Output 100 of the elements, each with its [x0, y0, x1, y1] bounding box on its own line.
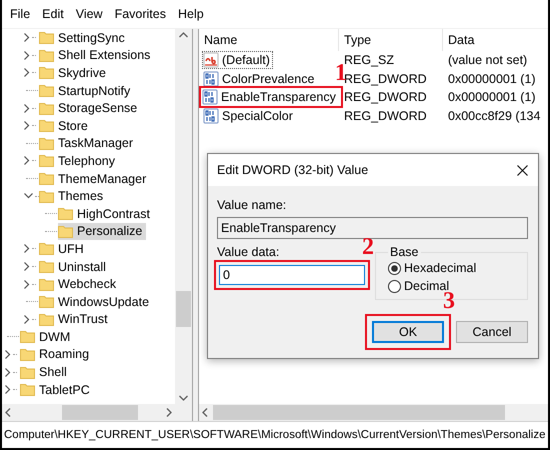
- column-header[interactable]: Name: [199, 29, 339, 51]
- table-cell-text: 0x00000001 (1): [447, 90, 537, 104]
- chevron-right-icon[interactable]: [24, 33, 30, 42]
- value-name: EnableTransparency: [221, 90, 336, 104]
- value-entry[interactable]: (Default): [202, 51, 273, 70]
- chevron-right-icon[interactable]: [24, 156, 30, 166]
- binary-value-icon: [203, 70, 219, 87]
- item-label: StorageSense: [58, 101, 138, 116]
- folder-icon: [20, 383, 35, 396]
- scroll-left-icon[interactable]: [202, 408, 208, 417]
- tree-item[interactable]: TaskManager: [39, 134, 138, 152]
- table-cell-text: 0x00cc8f29 (134: [447, 108, 542, 123]
- value-field[interactable]: 0: [219, 265, 365, 285]
- string-value-icon: [203, 52, 219, 68]
- chevron-down-icon[interactable]: [24, 193, 33, 200]
- folder-icon: [20, 348, 35, 361]
- tree-item[interactable]: WindowsUpdate: [39, 293, 154, 310]
- folder-icon: [39, 136, 54, 150]
- folder-icon: [39, 66, 54, 80]
- chevron-right-icon[interactable]: [5, 385, 11, 394]
- tree-item[interactable]: TabletPC: [20, 381, 94, 398]
- tree-item[interactable]: Telephony: [39, 152, 119, 170]
- tree-item[interactable]: SettingSync: [39, 29, 129, 46]
- column-header[interactable]: Data: [443, 29, 548, 51]
- tree-item[interactable]: Roaming: [20, 346, 94, 363]
- item-label: Skydrive: [58, 66, 106, 80]
- radio-icon[interactable]: [388, 280, 401, 292]
- group-title: Base: [389, 245, 420, 259]
- chevron-right-icon[interactable]: [24, 50, 30, 60]
- binary-value-icon: [202, 89, 218, 106]
- tree-item[interactable]: Store: [39, 117, 92, 134]
- dialog-button[interactable]: OK: [372, 321, 444, 343]
- radio-button[interactable]: Hexadecimal: [388, 261, 519, 275]
- chevron-right-icon[interactable]: [24, 121, 30, 130]
- tree-item[interactable]: Skydrive: [39, 64, 110, 82]
- scroll-thumb[interactable]: [213, 405, 505, 420]
- binary-value-icon: [203, 108, 219, 124]
- value-entry[interactable]: EnableTransparency: [201, 88, 339, 106]
- chevron-right-icon[interactable]: [24, 314, 30, 324]
- value-name: (Default): [222, 53, 270, 68]
- item-label: Webcheck: [58, 277, 116, 292]
- menu-item[interactable]: File: [6, 7, 38, 21]
- item-label: StartupNotify: [58, 84, 130, 98]
- value-name: ColorPrevalence: [222, 72, 314, 86]
- item-label: Shell Extensions: [58, 48, 150, 62]
- tree-item[interactable]: DWM: [20, 328, 74, 346]
- close-icon[interactable]: [517, 164, 528, 176]
- tree-item[interactable]: StartupNotify: [39, 82, 134, 100]
- chevron-right-icon[interactable]: [24, 68, 30, 78]
- tree-item[interactable]: Shell Extensions: [39, 46, 154, 64]
- folder-icon: [39, 154, 54, 168]
- folder-icon: [58, 224, 73, 238]
- menu-item[interactable]: View: [72, 7, 111, 21]
- value-entry[interactable]: SpecialColor: [202, 106, 296, 125]
- dialog-button[interactable]: Cancel: [456, 321, 528, 343]
- menu-item[interactable]: Help: [174, 7, 212, 21]
- item-label: Roaming: [39, 347, 90, 362]
- tree-item[interactable]: Personalize: [58, 222, 146, 240]
- folder-icon: [39, 119, 54, 132]
- item-label: Store: [58, 118, 88, 133]
- radio-icon[interactable]: [388, 262, 401, 274]
- item-label: TabletPC: [39, 382, 90, 397]
- scroll-right-icon[interactable]: [166, 408, 172, 417]
- menu-item[interactable]: Favorites: [110, 7, 174, 21]
- value-entry[interactable]: ColorPrevalence: [202, 70, 318, 88]
- menu-item[interactable]: Edit: [38, 7, 72, 21]
- tree-item[interactable]: Shell: [20, 364, 71, 381]
- folder-icon: [39, 172, 54, 186]
- chevron-right-icon[interactable]: [24, 104, 30, 113]
- tree-item[interactable]: UFH: [39, 240, 88, 258]
- table-cell-text: (value not set): [447, 53, 528, 68]
- chevron-right-icon[interactable]: [24, 244, 30, 254]
- tree-item[interactable]: Themes: [39, 188, 108, 205]
- tree-item[interactable]: WinTrust: [39, 310, 112, 328]
- tree-item[interactable]: Uninstall: [39, 258, 110, 276]
- table-cell-text: 0x00000001 (1): [447, 72, 537, 86]
- tree-item[interactable]: StorageSense: [39, 100, 142, 117]
- scroll-thumb[interactable]: [62, 405, 138, 420]
- chevron-right-icon[interactable]: [24, 262, 30, 272]
- scroll-left-icon[interactable]: [5, 408, 11, 417]
- tree-item[interactable]: Webcheck: [39, 276, 120, 293]
- column-header[interactable]: Type: [339, 29, 443, 51]
- scroll-up-icon[interactable]: [179, 32, 188, 38]
- table-cell-text: REG_DWORD: [343, 90, 428, 104]
- status-bar: Computer\HKEY_CURRENT_USER\SOFTWARE\Microsoft\Windows\CurrentVersion\Themes\Personalize: [2, 421, 548, 448]
- chevron-right-icon[interactable]: [5, 368, 11, 377]
- folder-icon: [20, 366, 35, 379]
- scroll-down-icon[interactable]: [179, 395, 188, 401]
- item-label: DWM: [39, 330, 70, 344]
- item-label: SettingSync: [58, 30, 125, 45]
- table-cell-text: REG_DWORD: [343, 108, 428, 123]
- chevron-right-icon[interactable]: [24, 280, 30, 289]
- tree-item[interactable]: ThemeManager: [39, 170, 150, 188]
- tree-item[interactable]: HighContrast: [58, 205, 154, 222]
- field-label: Value name:: [217, 198, 288, 212]
- item-label: UFH: [58, 242, 84, 256]
- folder-icon: [39, 260, 54, 274]
- table-cell-text: REG_DWORD: [344, 72, 428, 86]
- scroll-thumb[interactable]: [176, 291, 191, 327]
- chevron-right-icon[interactable]: [5, 350, 11, 359]
